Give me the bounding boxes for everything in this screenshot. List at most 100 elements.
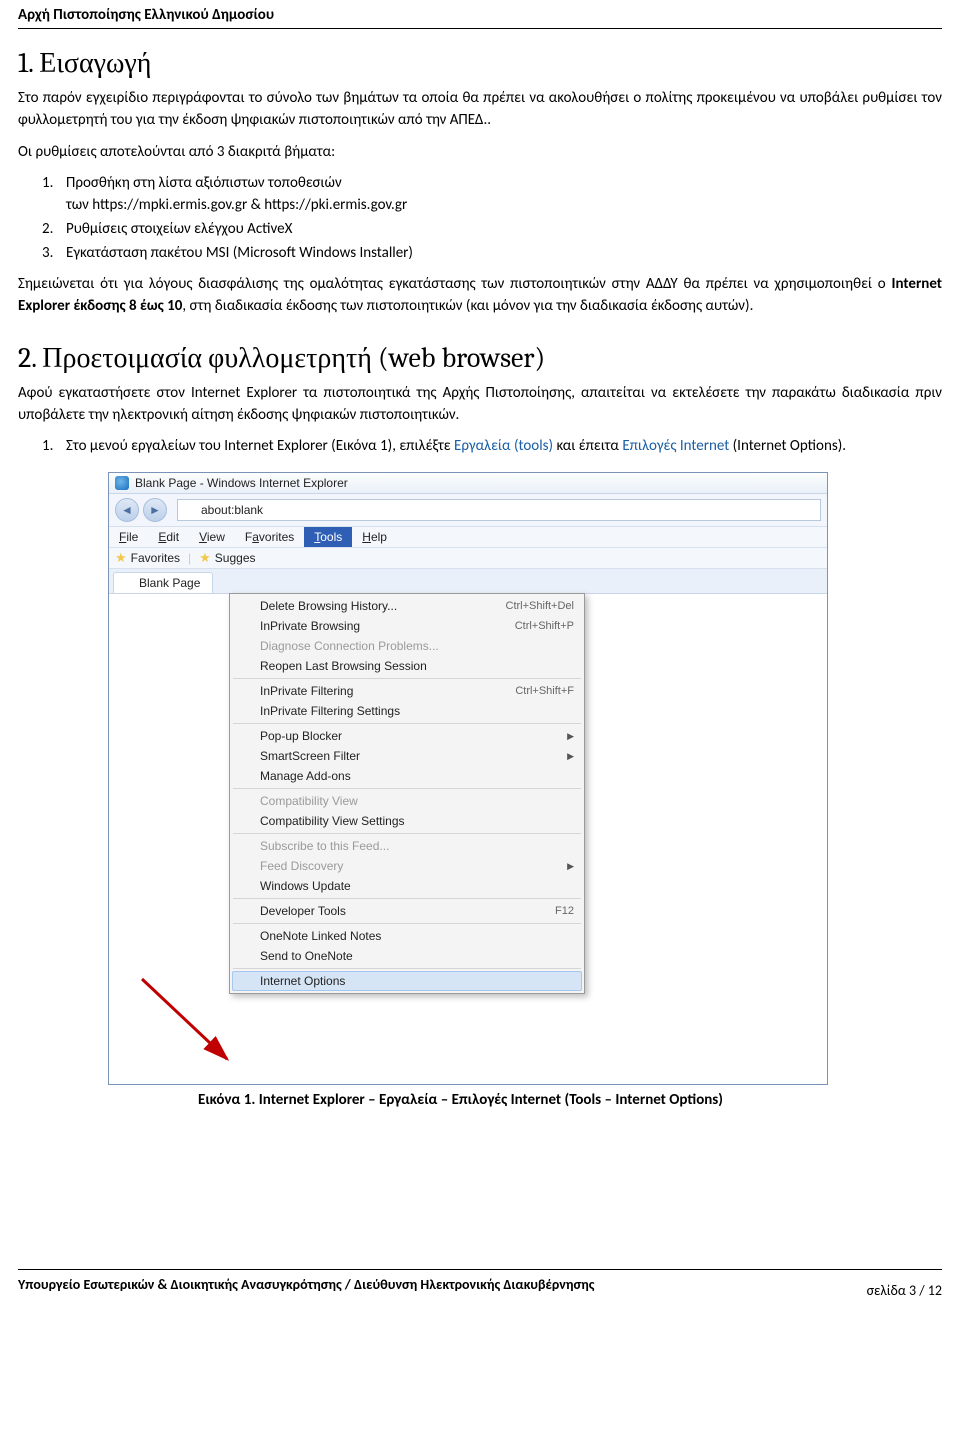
- menu-item-feed-discovery: Feed Discovery▶: [232, 856, 582, 876]
- separator: |: [188, 551, 191, 565]
- favorites-label[interactable]: Favorites: [131, 551, 180, 565]
- ie-icon: [115, 476, 129, 490]
- section1-title: 1. Εισαγωγή: [18, 47, 942, 80]
- footer-organization: Υπουργείο Εσωτερικών & Διοικητικής Ανασυ…: [18, 1276, 594, 1293]
- menu-item-developer-tools[interactable]: Developer ToolsF12: [232, 901, 582, 921]
- ie-window: Blank Page - Windows Internet Explorer ◄…: [108, 472, 828, 1085]
- step-list: 1. Στο μενού εργαλείων του Internet Expl…: [42, 436, 942, 458]
- menu-item-shortcut: Ctrl+Shift+Del: [506, 600, 574, 612]
- menu-item-label: Subscribe to this Feed...: [260, 839, 574, 853]
- list-item-number: 1.: [42, 436, 66, 458]
- menu-item-onenote-linked-notes[interactable]: OneNote Linked Notes: [232, 926, 582, 946]
- menu-item-send-to-onenote[interactable]: Send to OneNote: [232, 946, 582, 966]
- menu-help[interactable]: Help: [352, 527, 397, 547]
- menu-item-compatibility-view-settings[interactable]: Compatibility View Settings: [232, 811, 582, 831]
- menu-item-label: InPrivate Browsing: [260, 619, 515, 633]
- step-text-pre: Στο μενού εργαλείων του Internet Explore…: [66, 437, 454, 455]
- submenu-arrow-icon: ▶: [567, 861, 574, 872]
- menu-file[interactable]: File: [109, 527, 148, 547]
- document-header: Αρχή Πιστοποίησης Ελληνικού Δημοσίου: [18, 0, 942, 29]
- menu-item-inprivate-filtering[interactable]: InPrivate FilteringCtrl+Shift+F: [232, 681, 582, 701]
- menu-item-label: Feed Discovery: [260, 859, 567, 873]
- list-item: 3. Εγκατάσταση πακέτου MSI (Microsoft Wi…: [42, 243, 942, 265]
- menu-item-label: Manage Add-ons: [260, 769, 574, 783]
- menu-item-reopen-last-browsing-session[interactable]: Reopen Last Browsing Session: [232, 656, 582, 676]
- submenu-arrow-icon: ▶: [567, 731, 574, 742]
- list-item-text: Προσθήκη στη λίστα αξιόπιστων τοποθεσιών…: [66, 173, 942, 217]
- menu-item-shortcut: Ctrl+Shift+P: [515, 620, 574, 632]
- tools-link[interactable]: Εργαλεία (tools): [454, 437, 553, 455]
- menu-item-delete-browsing-history[interactable]: Delete Browsing History...Ctrl+Shift+Del: [232, 596, 582, 616]
- figure-caption: Εικόνα 1. Internet Explorer – Εργαλεία –…: [198, 1091, 828, 1109]
- tab-blank-page[interactable]: Blank Page: [113, 572, 213, 593]
- internet-options-link[interactable]: Επιλογές Internet: [622, 437, 729, 455]
- menu-item-label: Internet Options: [260, 974, 574, 988]
- menu-item-label: Windows Update: [260, 879, 574, 893]
- list-item-text: Στο μενού εργαλείων του Internet Explore…: [66, 436, 942, 458]
- section2-para1: Αφού εγκαταστήσετε στον Internet Explore…: [18, 383, 942, 427]
- menu-view[interactable]: View: [189, 527, 235, 547]
- list-item-number: 2.: [42, 219, 66, 241]
- menu-item-manage-add-ons[interactable]: Manage Add-ons: [232, 766, 582, 786]
- menu-item-windows-update[interactable]: Windows Update: [232, 876, 582, 896]
- step-text-mid: και έπειτα: [553, 437, 622, 455]
- list-item-text: Εγκατάσταση πακέτου MSI (Microsoft Windo…: [66, 243, 942, 265]
- note-text-post: , στη διαδικασία έκδοσης των πιστοποιητι…: [182, 297, 753, 315]
- list-item-line2: των https://mpki.ermis.gov.gr & https://…: [66, 196, 407, 214]
- list-item: 2. Ρυθμίσεις στοιχείων ελέγχου ActiveX: [42, 219, 942, 241]
- favorites-star-icon: ★: [115, 550, 127, 566]
- menu-item-inprivate-browsing[interactable]: InPrivate BrowsingCtrl+Shift+P: [232, 616, 582, 636]
- menu-separator: [233, 723, 581, 724]
- menu-item-label: Diagnose Connection Problems...: [260, 639, 574, 653]
- note-text-pre: Σημειώνεται ότι για λόγους διασφάλισης τ…: [18, 275, 891, 293]
- menu-item-pop-up-blocker[interactable]: Pop-up Blocker▶: [232, 726, 582, 746]
- tools-dropdown-menu: Delete Browsing History...Ctrl+Shift+Del…: [229, 593, 585, 994]
- menu-separator: [233, 788, 581, 789]
- window-title: Blank Page - Windows Internet Explorer: [135, 476, 348, 490]
- section1-para1: Στο παρόν εγχειρίδιο περιγράφονται το σύ…: [18, 88, 942, 132]
- menu-item-internet-options[interactable]: Internet Options: [232, 971, 582, 991]
- menu-bar: File Edit View Favorites Tools Help: [109, 527, 827, 548]
- address-text: about:blank: [201, 503, 263, 517]
- section2-title: 2. Προετοιμασία φυλλομετρητή (web browse…: [18, 342, 942, 375]
- nav-toolbar: ◄ ► about:blank: [109, 494, 827, 527]
- menu-item-label: SmartScreen Filter: [260, 749, 567, 763]
- step-text-post: (Internet Options).: [729, 437, 846, 455]
- menu-separator: [233, 968, 581, 969]
- menu-separator: [233, 923, 581, 924]
- numbered-list: 1. Προσθήκη στη λίστα αξιόπιστων τοποθεσ…: [42, 173, 942, 264]
- menu-separator: [233, 678, 581, 679]
- menu-item-label: Delete Browsing History...: [260, 599, 506, 613]
- section1-para2: Οι ρυθμίσεις αποτελούνται από 3 διακριτά…: [18, 142, 942, 164]
- list-item-number: 1.: [42, 173, 66, 217]
- menu-separator: [233, 898, 581, 899]
- submenu-arrow-icon: ▶: [567, 751, 574, 762]
- menu-separator: [233, 833, 581, 834]
- window-titlebar: Blank Page - Windows Internet Explorer: [109, 473, 827, 494]
- menu-item-smartscreen-filter[interactable]: SmartScreen Filter▶: [232, 746, 582, 766]
- menu-favorites[interactable]: Favorites: [235, 527, 304, 547]
- menu-item-label: Developer Tools: [260, 904, 555, 918]
- tab-strip: Blank Page: [109, 569, 827, 594]
- menu-item-inprivate-filtering-settings[interactable]: InPrivate Filtering Settings: [232, 701, 582, 721]
- menu-item-compatibility-view: Compatibility View: [232, 791, 582, 811]
- suggested-sites[interactable]: Sugges: [215, 551, 256, 565]
- menu-item-diagnose-connection-problems: Diagnose Connection Problems...: [232, 636, 582, 656]
- menu-tools[interactable]: Tools: [304, 527, 352, 547]
- list-item-number: 3.: [42, 243, 66, 265]
- menu-edit[interactable]: Edit: [148, 527, 189, 547]
- menu-item-shortcut: F12: [555, 905, 574, 917]
- favorites-bar: ★ Favorites | ★ Sugges: [109, 548, 827, 569]
- address-bar[interactable]: about:blank: [177, 499, 821, 521]
- menu-item-shortcut: Ctrl+Shift+F: [515, 685, 574, 697]
- list-item-line1: Προσθήκη στη λίστα αξιόπιστων τοποθεσιών: [66, 174, 342, 192]
- back-button[interactable]: ◄: [115, 498, 139, 522]
- menu-item-label: Pop-up Blocker: [260, 729, 567, 743]
- menu-item-label: Compatibility View: [260, 794, 574, 808]
- menu-item-label: Send to OneNote: [260, 949, 574, 963]
- forward-button[interactable]: ►: [143, 498, 167, 522]
- tab-label: Blank Page: [139, 576, 200, 590]
- menu-item-label: InPrivate Filtering Settings: [260, 704, 574, 718]
- page-icon: [120, 577, 133, 590]
- list-item-text: Ρυθμίσεις στοιχείων ελέγχου ActiveX: [66, 219, 942, 241]
